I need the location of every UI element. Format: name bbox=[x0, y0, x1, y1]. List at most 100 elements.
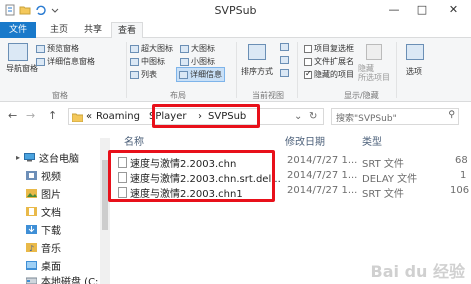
group-by-icon bbox=[280, 43, 289, 51]
column-header-date[interactable]: 修改日期 bbox=[285, 133, 325, 148]
navigation-pane-icon bbox=[8, 43, 28, 61]
annotation-highlight-files bbox=[108, 150, 275, 202]
details-pane-icon bbox=[36, 57, 45, 66]
nav-label: 文档 bbox=[41, 208, 61, 219]
search-input[interactable]: 搜索"SVPSub" ⚲ bbox=[331, 108, 459, 125]
title-bar: SVPSub — □ ✕ bbox=[0, 0, 471, 22]
option-label: 隐藏的项目 bbox=[314, 70, 354, 79]
ribbon-view: 导航窗格 预览窗格 详细信息窗格 窗格 超大图标 大图标 中图标 小图标 列表 … bbox=[0, 38, 471, 102]
nav-label: 本地磁盘 (C: bbox=[41, 277, 99, 284]
folder-icon bbox=[72, 113, 83, 122]
layout-label: 大图标 bbox=[191, 44, 215, 53]
navigation-pane-button[interactable]: 导航窗格 bbox=[6, 64, 38, 74]
nav-item-downloads[interactable]: 下载 bbox=[26, 222, 61, 237]
pane-group-label: 窗格 bbox=[52, 91, 68, 100]
layout-details[interactable]: 详细信息 bbox=[176, 67, 225, 82]
current-view-group-label: 当前视图 bbox=[252, 91, 284, 100]
nav-item-documents[interactable]: 文档 bbox=[26, 204, 61, 219]
show-hide-group-label: 显示/隐藏 bbox=[344, 91, 379, 100]
sort-by-button[interactable]: 排序方式 bbox=[241, 66, 273, 77]
large-icons-icon bbox=[180, 44, 189, 53]
file-date: 2014/7/27 1... bbox=[287, 155, 358, 166]
maximize-button[interactable]: □ bbox=[408, 0, 436, 20]
column-header-type[interactable]: 类型 bbox=[362, 133, 382, 148]
ribbon-separator bbox=[396, 42, 397, 98]
file-size: 1 bbox=[460, 170, 467, 181]
layout-list[interactable]: 列表 bbox=[130, 69, 157, 80]
back-button[interactable]: ← bbox=[8, 109, 17, 122]
layout-extra-large-icons[interactable]: 超大图标 bbox=[130, 43, 173, 54]
options-icon bbox=[406, 44, 424, 60]
downloads-folder-icon bbox=[26, 225, 37, 234]
item-checkboxes-checkbox[interactable] bbox=[304, 44, 312, 53]
hide-selected-button[interactable]: 隐藏 所选项目 bbox=[358, 64, 390, 82]
watermark: Bai du 经验 bbox=[370, 262, 465, 281]
documents-folder-icon bbox=[26, 207, 37, 216]
nav-label: 下载 bbox=[41, 226, 61, 237]
file-extensions-toggle[interactable]: 文件扩展名 bbox=[304, 56, 354, 67]
layout-label: 详细信息 bbox=[190, 70, 222, 79]
hidden-items-checkbox[interactable] bbox=[304, 69, 312, 79]
forward-button[interactable]: → bbox=[26, 109, 35, 122]
music-folder-icon: ♪ bbox=[26, 243, 37, 252]
breadcrumb-roaming[interactable]: Roaming bbox=[96, 111, 140, 122]
close-button[interactable]: ✕ bbox=[436, 0, 471, 20]
refresh-icon[interactable]: ↻ bbox=[309, 111, 317, 122]
item-checkboxes-toggle[interactable]: 项目复选框 bbox=[304, 43, 354, 54]
file-date: 2014/7/27 1... bbox=[287, 185, 358, 196]
sort-by-icon bbox=[248, 44, 266, 60]
nav-label: 桌面 bbox=[41, 262, 61, 273]
address-dropdown-icon[interactable]: ⌄ bbox=[294, 111, 302, 122]
size-columns-button[interactable] bbox=[280, 69, 289, 77]
preview-pane-button[interactable]: 预览窗格 bbox=[36, 43, 79, 54]
up-button[interactable]: ↑ bbox=[48, 109, 57, 122]
tab-share[interactable]: 共享 bbox=[78, 22, 108, 38]
desktop-folder-icon bbox=[26, 261, 37, 270]
nav-item-local-disk[interactable]: 本地磁盘 (C: bbox=[26, 273, 98, 284]
ribbon-separator bbox=[236, 42, 237, 98]
ribbon-separator bbox=[126, 42, 127, 98]
file-extensions-checkbox[interactable] bbox=[304, 57, 312, 66]
svg-text:♪: ♪ bbox=[29, 244, 34, 252]
tab-home[interactable]: 主页 bbox=[44, 22, 74, 38]
option-label: 文件扩展名 bbox=[314, 57, 354, 66]
details-pane-button[interactable]: 详细信息窗格 bbox=[36, 56, 95, 67]
breadcrumb-prefix[interactable]: « bbox=[86, 111, 92, 122]
layout-medium-icons[interactable]: 中图标 bbox=[130, 56, 165, 67]
file-type: DELAY 文件 bbox=[362, 174, 418, 185]
tab-view[interactable]: 查看 bbox=[111, 22, 143, 39]
search-placeholder: 搜索"SVPSub" bbox=[336, 114, 397, 124]
medium-icons-icon bbox=[130, 57, 139, 66]
details-pane-label: 详细信息窗格 bbox=[47, 57, 95, 66]
layout-large-icons[interactable]: 大图标 bbox=[180, 43, 215, 54]
tab-file[interactable]: 文件 bbox=[0, 22, 36, 38]
options-button[interactable]: 选项 bbox=[406, 66, 422, 77]
small-icons-icon bbox=[180, 57, 189, 66]
nav-item-desktop[interactable]: 桌面 bbox=[26, 258, 61, 273]
layout-group-label: 布局 bbox=[170, 91, 186, 100]
annotation-highlight-path bbox=[152, 104, 260, 128]
size-columns-icon bbox=[280, 69, 289, 77]
group-by-button[interactable] bbox=[280, 43, 289, 51]
file-date: 2014/7/27 1... bbox=[287, 170, 358, 181]
column-header-name[interactable]: 名称 bbox=[124, 133, 144, 148]
file-type: SRT 文件 bbox=[362, 189, 404, 200]
file-size: 106 bbox=[450, 185, 470, 196]
preview-pane-icon bbox=[36, 44, 45, 53]
layout-label: 列表 bbox=[141, 70, 157, 79]
hidden-items-toggle[interactable]: 隐藏的项目 bbox=[304, 69, 354, 80]
nav-item-music[interactable]: ♪ 音乐 bbox=[26, 240, 61, 255]
layout-label: 超大图标 bbox=[141, 44, 173, 53]
layout-label: 小图标 bbox=[191, 57, 215, 66]
option-label: 项目复选框 bbox=[314, 44, 354, 53]
extra-large-icons-icon bbox=[130, 44, 139, 53]
minimize-button[interactable]: — bbox=[380, 0, 408, 20]
list-icon bbox=[130, 70, 139, 79]
preview-pane-label: 预览窗格 bbox=[47, 44, 79, 53]
search-icon: ⚲ bbox=[448, 110, 455, 120]
drive-icon bbox=[26, 277, 37, 284]
ribbon-separator bbox=[297, 42, 298, 98]
layout-small-icons[interactable]: 小图标 bbox=[180, 56, 215, 67]
ribbon-tabs: 文件 主页 共享 查看 bbox=[0, 22, 471, 39]
add-columns-button[interactable] bbox=[280, 56, 289, 64]
